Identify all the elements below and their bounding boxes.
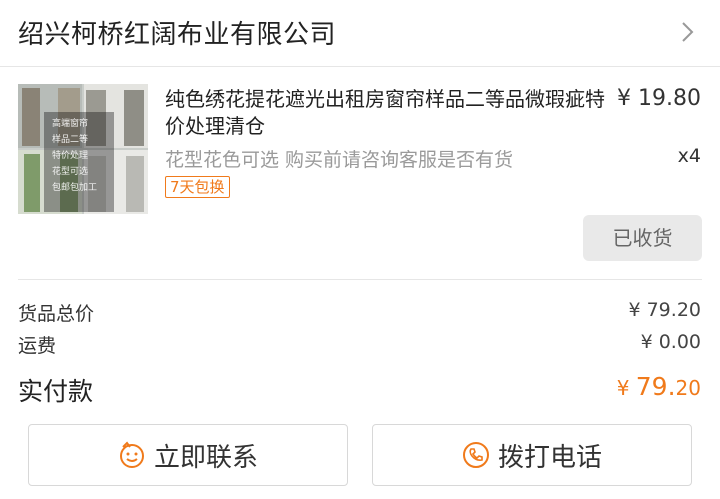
call-phone-label: 拨打电话 [497, 442, 602, 473]
contact-now-label: 立即联系 [153, 442, 258, 473]
curtain-photo-image: 高端窗帘 样品二等 特价处理 花型可选 包邮包加工 [18, 84, 148, 214]
paid-integer: 79. [635, 372, 676, 401]
paid-amount-value: ¥ 79.20 [617, 372, 701, 401]
call-phone-button[interactable]: 拨打电话 [372, 424, 692, 486]
thumb-text-5: 包邮包加工 [52, 181, 97, 193]
thumb-text-4: 花型可选 [52, 165, 88, 177]
phone-icon [462, 442, 489, 468]
shipping-label: 运费 [18, 335, 57, 357]
paid-amount-label: 实付款 [18, 377, 94, 406]
chat-face-icon [119, 441, 144, 468]
goods-total-label: 货品总价 [18, 303, 95, 325]
product-price: ¥ 19.80 [617, 86, 701, 111]
thumb-text-3: 特价处理 [52, 149, 88, 161]
return-policy-tag: 7天包换 [165, 176, 230, 198]
shop-header[interactable]: 绍兴柯桥红阔布业有限公司 [0, 0, 720, 67]
divider [18, 279, 702, 280]
product-title[interactable]: 纯色绣花提花遮光出租房窗帘样品二等品微瑕疵特价处理清仓 [165, 86, 607, 140]
contact-now-button[interactable]: 立即联系 [28, 424, 348, 486]
paid-currency: ¥ [616, 376, 630, 400]
product-spec: 花型花色可选 购买前请咨询客服是否有货 [165, 149, 514, 171]
product-quantity: x4 [677, 145, 701, 167]
chevron-right-icon[interactable] [677, 20, 697, 44]
shipping-value: ¥ 0.00 [640, 331, 701, 353]
paid-decimal: 20 [675, 376, 701, 400]
thumb-text-1: 高端窗帘 [52, 117, 88, 129]
shop-name: 绍兴柯桥红阔布业有限公司 [18, 20, 337, 50]
product-thumbnail[interactable]: 高端窗帘 样品二等 特价处理 花型可选 包邮包加工 [18, 84, 148, 214]
received-status-button[interactable]: 已收货 [583, 215, 702, 261]
goods-total-value: ¥ 79.20 [628, 299, 701, 321]
thumb-text-2: 样品二等 [52, 133, 88, 145]
